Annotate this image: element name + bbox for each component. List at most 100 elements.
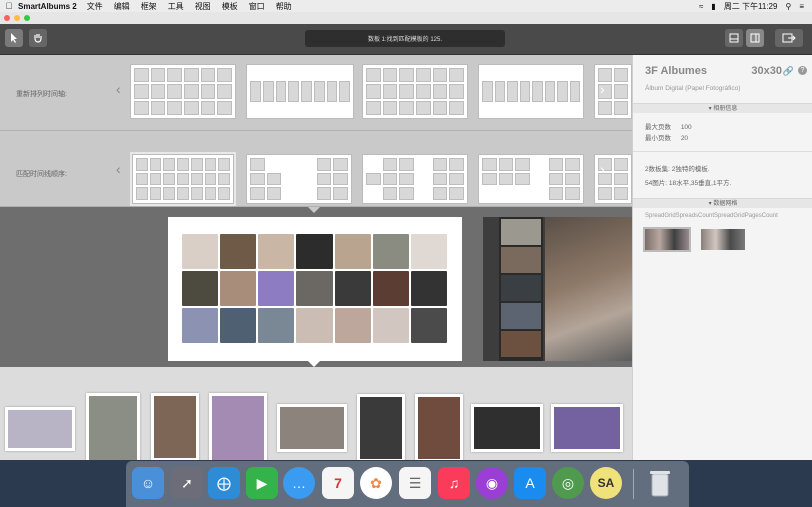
photo[interactable] bbox=[296, 271, 333, 306]
film-photo[interactable] bbox=[551, 404, 623, 452]
next-spread-preview[interactable] bbox=[483, 217, 632, 361]
dock-divider bbox=[633, 469, 634, 499]
launchpad-icon[interactable]: ➚ bbox=[171, 467, 203, 499]
inspector-panel: 3F Albumes 30x30 🔗 ? Álbum Digital (Pape… bbox=[632, 55, 812, 460]
photo[interactable] bbox=[334, 271, 371, 306]
zoom-icon[interactable] bbox=[24, 15, 30, 21]
section-title: 数据网格 bbox=[713, 201, 738, 207]
photo[interactable] bbox=[258, 234, 295, 269]
template-row-matched: 匹配时间线顺序: ‹ › bbox=[0, 131, 632, 207]
trash-icon[interactable] bbox=[644, 467, 676, 499]
hand-icon bbox=[34, 34, 42, 43]
chevron-right-icon[interactable]: › bbox=[600, 161, 605, 177]
photo[interactable] bbox=[410, 234, 447, 269]
film-photo[interactable] bbox=[471, 404, 543, 452]
facetime-icon[interactable]: ▶ bbox=[246, 467, 278, 499]
template-thumbnail[interactable] bbox=[130, 64, 236, 119]
calendar-icon[interactable]: 7 bbox=[322, 467, 354, 499]
clock[interactable]: 周二 下午11:29 bbox=[724, 1, 778, 12]
finder-icon[interactable]: ☺ bbox=[132, 467, 164, 499]
hand-tool-button[interactable] bbox=[29, 29, 47, 47]
safari-icon[interactable]: ⨁ bbox=[208, 467, 240, 499]
photo[interactable] bbox=[220, 308, 257, 343]
photo[interactable] bbox=[258, 271, 295, 306]
layout-thumbnail[interactable] bbox=[701, 229, 745, 250]
film-photo[interactable] bbox=[5, 407, 75, 451]
chevron-left-icon[interactable]: ‹ bbox=[116, 81, 121, 97]
photo[interactable] bbox=[372, 271, 409, 306]
film-photo[interactable] bbox=[151, 393, 199, 460]
template-thumbnail[interactable] bbox=[362, 64, 468, 119]
reminders-icon[interactable]: ☰ bbox=[399, 467, 431, 499]
list-icon[interactable]: ≡ bbox=[799, 2, 804, 11]
photo[interactable] bbox=[372, 308, 409, 343]
photo[interactable] bbox=[258, 308, 295, 343]
sidebar-icon bbox=[750, 33, 760, 43]
photo[interactable] bbox=[296, 234, 333, 269]
export-button[interactable] bbox=[775, 29, 803, 47]
view-inspector-button[interactable] bbox=[746, 29, 764, 47]
film-photo[interactable] bbox=[357, 394, 405, 460]
chevron-left-icon[interactable]: ‹ bbox=[116, 161, 121, 177]
menu-view[interactable]: 视图 bbox=[195, 1, 211, 12]
current-spread[interactable] bbox=[168, 217, 462, 361]
layout-thumbnail-selected[interactable] bbox=[643, 227, 691, 252]
template-thumbnail[interactable] bbox=[246, 154, 352, 204]
podcasts-icon[interactable]: ◉ bbox=[476, 467, 508, 499]
app-store-icon[interactable]: A bbox=[514, 467, 546, 499]
info-icon[interactable]: ? bbox=[798, 66, 807, 75]
film-photo[interactable] bbox=[277, 404, 347, 452]
photo-filmstrip bbox=[0, 367, 632, 460]
messages-icon[interactable]: … bbox=[283, 467, 315, 499]
battery-icon[interactable]: ▮ bbox=[711, 2, 715, 11]
photo-portrait bbox=[545, 217, 632, 361]
film-photo[interactable] bbox=[415, 394, 463, 460]
apple-icon[interactable]:  bbox=[0, 1, 18, 11]
section-header-data-grid[interactable]: ▾ 数据网格 bbox=[633, 198, 812, 208]
photo[interactable] bbox=[410, 308, 447, 343]
photo[interactable] bbox=[182, 271, 219, 306]
music-icon[interactable]: ♫ bbox=[438, 467, 470, 499]
menu-template[interactable]: 模板 bbox=[222, 1, 238, 12]
app-menu[interactable]: SmartAlbums 2 bbox=[18, 2, 77, 11]
photo[interactable] bbox=[220, 271, 257, 306]
photo bbox=[501, 247, 541, 273]
photo[interactable] bbox=[182, 234, 219, 269]
smartalbums-icon[interactable]: SA bbox=[590, 467, 622, 499]
template-thumbnail[interactable] bbox=[246, 64, 354, 119]
section-header-album-info[interactable]: ▾ 相册信息 bbox=[633, 103, 812, 113]
menu-help[interactable]: 帮助 bbox=[276, 1, 292, 12]
minimize-icon[interactable] bbox=[14, 15, 20, 21]
pointer-tool-button[interactable] bbox=[5, 29, 23, 47]
photo bbox=[501, 331, 541, 357]
photo[interactable] bbox=[334, 308, 371, 343]
photos-icon[interactable]: ✿ bbox=[360, 467, 392, 499]
photo[interactable] bbox=[410, 271, 447, 306]
menu-frame[interactable]: 框架 bbox=[141, 1, 157, 12]
photo[interactable] bbox=[296, 308, 333, 343]
title-bar bbox=[0, 12, 812, 24]
menu-file[interactable]: 文件 bbox=[87, 1, 103, 12]
photo[interactable] bbox=[182, 308, 219, 343]
menu-edit[interactable]: 编辑 bbox=[114, 1, 130, 12]
chevron-right-icon[interactable]: › bbox=[600, 81, 605, 97]
wifi-icon[interactable]: ≈ bbox=[699, 2, 703, 11]
film-photo[interactable] bbox=[86, 393, 140, 460]
template-thumbnail[interactable] bbox=[362, 154, 468, 204]
menu-window[interactable]: 窗口 bbox=[249, 1, 265, 12]
link-icon[interactable]: 🔗 bbox=[783, 66, 794, 77]
photo[interactable] bbox=[220, 234, 257, 269]
film-photo[interactable] bbox=[209, 393, 267, 460]
close-icon[interactable] bbox=[4, 15, 10, 21]
info-photos: 54图片: 18水平,35垂直,1平方. bbox=[645, 180, 732, 187]
photo[interactable] bbox=[372, 234, 409, 269]
template-thumbnail-selected[interactable] bbox=[130, 152, 236, 206]
template-thumbnail[interactable] bbox=[478, 154, 584, 204]
search-icon[interactable]: ⚲ bbox=[785, 2, 791, 11]
photo-column bbox=[499, 217, 543, 361]
find-my-icon[interactable]: ◎ bbox=[552, 467, 584, 499]
template-thumbnail[interactable] bbox=[478, 64, 584, 119]
view-single-button[interactable] bbox=[725, 29, 743, 47]
photo[interactable] bbox=[334, 234, 371, 269]
menu-tools[interactable]: 工具 bbox=[168, 1, 184, 12]
